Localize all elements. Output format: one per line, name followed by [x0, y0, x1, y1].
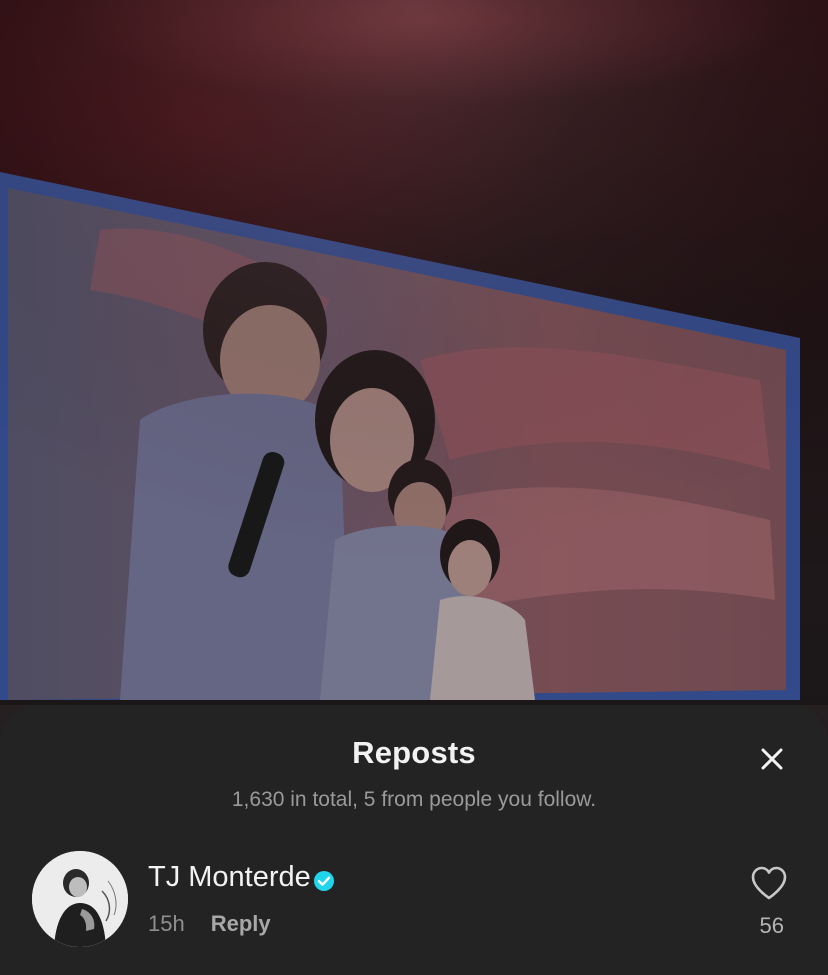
avatar[interactable]: [32, 851, 128, 947]
reposts-sheet: Reposts 1,630 in total, 5 from people yo…: [0, 705, 828, 975]
timestamp: 15h: [148, 911, 185, 936]
close-button[interactable]: [752, 739, 792, 779]
repost-meta: 15h Reply: [148, 911, 271, 937]
avatar-image: [32, 851, 128, 947]
list-item: TJ Monterde 15h Reply 56: [0, 847, 828, 957]
user-name: TJ Monterde: [148, 861, 311, 893]
close-icon: [761, 748, 783, 770]
verified-badge-icon: [313, 867, 335, 891]
like-button[interactable]: [750, 865, 788, 901]
like-count: 56: [759, 913, 784, 938]
repost-summary: 1,630 in total, 5 from people you follow…: [231, 788, 597, 811]
repost-user[interactable]: TJ Monterde: [148, 861, 335, 894]
heart-outline-icon: [751, 866, 787, 900]
sheet-title: Reposts: [352, 735, 476, 770]
reply-button[interactable]: Reply: [211, 911, 271, 937]
screen: Reposts 1,630 in total, 5 from people yo…: [0, 0, 828, 975]
